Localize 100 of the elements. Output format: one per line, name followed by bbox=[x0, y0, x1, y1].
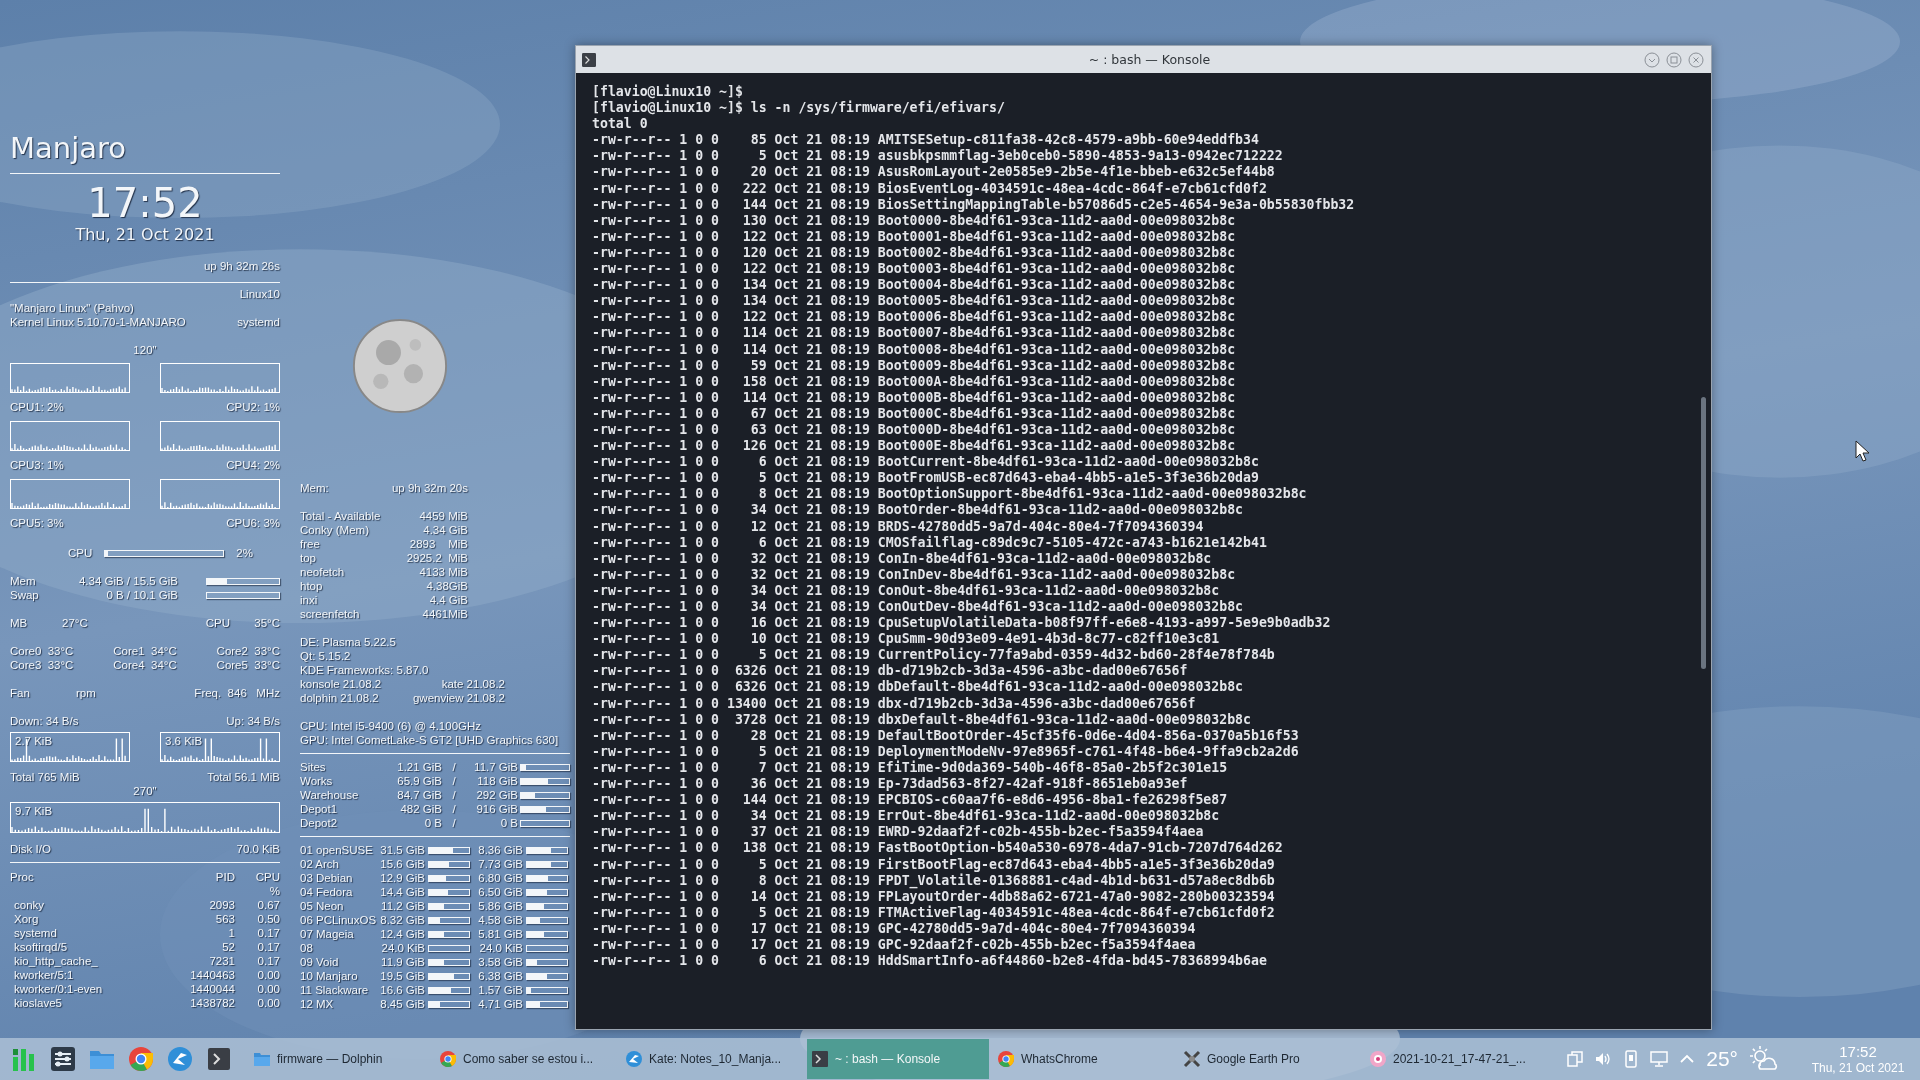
partition-size: 6.38 GiB bbox=[477, 969, 523, 983]
terminal-line: -rw-r--r-- 1 0 0 114 Oct 21 08:19 Boot000B-8be4df61-93ca-11d2-aa0d-00e098032b8c bbox=[592, 389, 1237, 406]
partition-size: 12.9 GiB bbox=[379, 871, 425, 885]
cpu-usage: CPU6: 3% bbox=[226, 516, 280, 530]
sensor-temperature: 27°C bbox=[62, 616, 89, 630]
terminal-icon[interactable] bbox=[582, 52, 596, 67]
terminal-line: -rw-r--r-- 1 0 0 67 Oct 21 08:19 Boot000C-8be4df61-93ca-11d2-aa0d-00e098032b8c bbox=[592, 405, 1237, 422]
terminal-line: -rw-r--r-- 1 0 0 34 Oct 21 08:19 ConOutDev-8be4df61-93ca-11d2-aa0d-00e098032b8c bbox=[592, 599, 1245, 615]
sliders-icon[interactable] bbox=[49, 1045, 77, 1073]
cpu-label: CPU bbox=[68, 546, 93, 560]
terminal-line: -rw-r--r-- 1 0 0 7 Oct 21 08:19 EfiTime-9d0da369-540b-46f8-85a0-2b5f2c301e15 bbox=[592, 759, 1229, 777]
partition-name: 01 openSUSE bbox=[300, 843, 374, 857]
process-name: kioslave5 bbox=[13, 996, 63, 1010]
core-temperature: Core2 33°C bbox=[215, 644, 280, 658]
core-temperature: Core4 34°C bbox=[112, 658, 178, 672]
taskbar-task[interactable]: Como saber se estou i... bbox=[435, 1039, 617, 1079]
memory-source: inxi bbox=[300, 593, 319, 607]
drive-separator: / bbox=[451, 774, 457, 788]
drive-separator: / bbox=[451, 802, 457, 816]
memory-source: Total - Available bbox=[300, 509, 382, 523]
memory-heading: Mem: bbox=[300, 481, 329, 495]
partition-size: 4.58 GiB bbox=[477, 913, 523, 927]
cross-icon bbox=[1183, 1050, 1201, 1068]
drive-name: Warehouse bbox=[300, 788, 360, 802]
moon-icon bbox=[352, 318, 448, 414]
terminal-line: -rw-r--r-- 1 0 0 6326 Oct 21 08:19 dbDefault-8be4df61-93ca-11d2-aa0d-00e098032b8c bbox=[592, 679, 1245, 696]
terminal-line: -rw-r--r-- 1 0 0 8 Oct 21 08:19 BootOptionSupport-8be4df61-93ca-11d2-aa0d-00e098032b8c bbox=[592, 486, 1308, 503]
drive-total: 292 GiB bbox=[475, 788, 518, 802]
terminal-line: -rw-r--r-- 1 0 0 122 Oct 21 08:19 Boot0001-8be4df61-93ca-11d2-aa0d-00e098032b8c bbox=[592, 228, 1237, 245]
memory-source: neofetch bbox=[300, 565, 346, 579]
cpu-usage: CPU4: 2% bbox=[226, 458, 280, 472]
drive-used: 0 B bbox=[423, 816, 442, 830]
window-title: ~ : bash — Konsole bbox=[1087, 52, 1212, 67]
partition-size: 1.57 GiB bbox=[477, 983, 523, 997]
terminal-line: -rw-r--r-- 1 0 0 32 Oct 21 08:19 ConIn-8be4df61-93ca-11d2-aa0d-00e098032b8c bbox=[592, 550, 1213, 567]
graph-interval: 120" bbox=[132, 343, 158, 357]
drive-total: 118 GiB bbox=[476, 774, 518, 788]
memory-value: 4.38GiB bbox=[425, 579, 468, 593]
terminal-line: -rw-r--r-- 1 0 0 5 Oct 21 08:19 CurrentPolicy-77fa9abd-0359-4d32-bd60-28f4e78f784b bbox=[592, 647, 1276, 664]
cpu-usage: CPU1: 2% bbox=[10, 400, 64, 414]
disk-label: Disk I/O bbox=[10, 842, 51, 856]
terminal-line: -rw-r--r-- 1 0 0 36 Oct 21 08:19 Ep-73dad563-8f27-42af-918f-8651eb0a93ef bbox=[592, 776, 1189, 793]
taskbar-task[interactable]: firmware — Dolphin bbox=[249, 1039, 431, 1079]
terminal-line: -rw-r--r-- 1 0 0 6 Oct 21 08:19 BootCurrent-8be4df61-93ca-11d2-aa0d-00e098032b8c bbox=[592, 454, 1260, 471]
version-info: dolphin 21.08.2 bbox=[300, 691, 379, 705]
memory-value: 4461MiB bbox=[421, 607, 468, 621]
drive-used: 482 GiB bbox=[399, 802, 442, 816]
cpu-frequency: Freq. 846 MHz bbox=[193, 686, 280, 700]
process-pid: 1 bbox=[227, 926, 235, 940]
graph-peak: 9.7 KiB bbox=[15, 804, 53, 818]
process-cpu: 0.17 bbox=[256, 940, 280, 954]
terminal-line: -rw-r--r-- 1 0 0 120 Oct 21 08:19 Boot0002-8be4df61-93ca-11d2-aa0d-00e098032b8c bbox=[592, 244, 1237, 262]
core-temperature: Core0 33°C bbox=[10, 644, 75, 658]
drive-used: 1.21 GiB bbox=[396, 760, 442, 774]
taskbar-task[interactable]: WhatsChrome bbox=[993, 1039, 1175, 1079]
drive-bar bbox=[520, 819, 570, 827]
terminal-line: -rw-r--r-- 1 0 0 63 Oct 21 08:19 Boot000D-8be4df61-93ca-11d2-aa0d-00e098032b8c bbox=[592, 421, 1237, 439]
hardware-info: GPU: Intel CometLake-S GT2 [UHD Graphics 630] bbox=[300, 733, 560, 747]
terminal-line: -rw-r--r-- 1 0 0 85 Oct 21 08:19 AMITSESetup-c811fa38-42c8-4579-a9bb-60e94eddfb34 bbox=[592, 132, 1260, 149]
partition-bar bbox=[526, 944, 568, 952]
scrollbar[interactable] bbox=[1701, 397, 1706, 669]
minimize-button[interactable] bbox=[1643, 50, 1661, 69]
folder-icon bbox=[253, 1050, 271, 1068]
taskbar-task[interactable]: Kate: Notes_10_Manja... bbox=[621, 1039, 803, 1079]
taskbar-task[interactable]: Google Earth Pro bbox=[1179, 1039, 1361, 1079]
download-speed: Down: 34 B/s bbox=[10, 714, 79, 728]
drive-name: Depot2 bbox=[300, 816, 339, 830]
drive-used: 84.7 GiB bbox=[396, 788, 442, 802]
terminal-line: -rw-r--r-- 1 0 0 6326 Oct 21 08:19 db-d719b2cb-3d3a-4596-a3bc-dad00e67656f bbox=[592, 663, 1189, 680]
terminal-line: -rw-r--r-- 1 0 0 114 Oct 21 08:19 Boot0008-8be4df61-93ca-11d2-aa0d-00e098032b8c bbox=[592, 341, 1237, 358]
memory-source: top bbox=[300, 551, 317, 565]
partition-size: 31.5 GiB bbox=[379, 843, 425, 857]
upload-total: Total 56.1 MiB bbox=[207, 770, 280, 784]
close-button[interactable] bbox=[1687, 50, 1705, 69]
partition-name: 12 MX bbox=[300, 997, 335, 1011]
terminal-line: -rw-r--r-- 1 0 0 134 Oct 21 08:19 Boot0004-8be4df61-93ca-11d2-aa0d-00e098032b8c bbox=[592, 277, 1237, 294]
bird-icon[interactable] bbox=[166, 1045, 194, 1073]
terminal-line: -rw-r--r-- 1 0 0 12 Oct 21 08:19 BRDS-42780dd5-9a7d-404c-80e4-7f7094360394 bbox=[592, 518, 1205, 535]
terminal-line: -rw-r--r-- 1 0 0 8 Oct 21 08:19 FPDT_Volatile-01368881-c4ad-4b1d-b631-d57a8ec8db6b bbox=[592, 872, 1276, 889]
process-name: systemd bbox=[13, 926, 58, 940]
process-name: conky bbox=[13, 898, 46, 912]
cursor-icon bbox=[1855, 440, 1869, 462]
process-pid: 7231 bbox=[208, 954, 235, 968]
terminal-line: -rw-r--r-- 1 0 0 5 Oct 21 08:19 DeploymentModeNv-97e8965f-c761-4f48-b6e4-9ffa9cb2a2d6 bbox=[592, 743, 1300, 760]
network-icon[interactable] bbox=[1650, 1050, 1669, 1068]
process-pid: 563 bbox=[214, 912, 235, 926]
taskbar-task[interactable]: 2021-10-21_17-47-21_... bbox=[1365, 1039, 1547, 1079]
partition-name: 11 Slackware bbox=[300, 983, 370, 997]
windows-icon[interactable] bbox=[1566, 1050, 1585, 1068]
version-info: KDE Frameworks: 5.87.0 bbox=[300, 663, 429, 677]
version-info: kate 21.08.2 bbox=[441, 677, 505, 691]
column-header: Proc bbox=[10, 870, 35, 884]
maximize-button[interactable] bbox=[1665, 50, 1683, 69]
process-name: Xorg bbox=[13, 912, 40, 926]
browser-icon bbox=[997, 1050, 1015, 1068]
browser-icon[interactable] bbox=[127, 1045, 155, 1073]
terminal-icon[interactable] bbox=[205, 1045, 233, 1073]
partition-name: 04 Fedora bbox=[300, 885, 354, 899]
cpu-usage: CPU5: 3% bbox=[10, 516, 64, 530]
terminal-line: -rw-r--r-- 1 0 0 5 Oct 21 08:19 FirstBootFlag-ec87d643-eba4-4bb5-a1e5-3f3e36b20da9 bbox=[592, 856, 1276, 873]
